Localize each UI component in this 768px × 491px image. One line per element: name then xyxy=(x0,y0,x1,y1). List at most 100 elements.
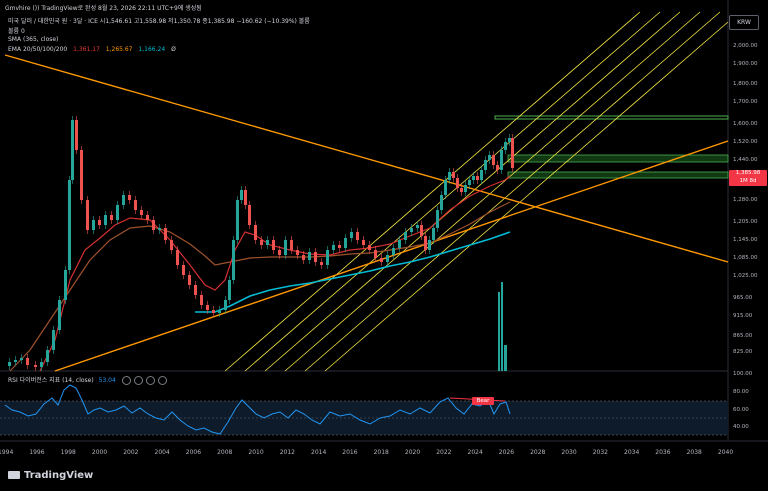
candle xyxy=(356,232,359,240)
candle xyxy=(398,240,401,248)
candle xyxy=(386,255,389,262)
candle xyxy=(444,180,447,195)
candle xyxy=(504,142,507,150)
candle xyxy=(456,178,459,188)
candle xyxy=(158,228,161,230)
time-axis-label: 2038 xyxy=(686,449,702,456)
rsi-axis-label: 80.00 xyxy=(733,389,749,395)
time-axis-label: 2024 xyxy=(467,449,483,456)
time-axis-label: 2030 xyxy=(561,449,577,456)
rsi-legend-value: 53.04 xyxy=(98,377,116,384)
candle xyxy=(452,172,455,178)
candle xyxy=(232,240,235,280)
current-price-label: 1,385.98 1M 8d xyxy=(729,170,767,186)
time-axis-label: 2040 xyxy=(717,449,734,456)
settings-icon[interactable] xyxy=(133,376,143,385)
symbol-legend: 미국 달러 / 대한민국 원 · 3달 · ICE 시1,546.61 고1,5… xyxy=(8,18,310,25)
candle xyxy=(404,232,407,240)
candle xyxy=(116,205,119,220)
visibility-icon[interactable] xyxy=(121,376,131,385)
rsi-legend: RSI 다이버전스 지표 (14, close) 53.04 xyxy=(8,375,170,385)
time-axis-label: 2000 xyxy=(91,449,108,456)
candle xyxy=(248,205,251,225)
candle xyxy=(296,250,299,255)
resistance-zone[interactable] xyxy=(494,115,729,120)
candle xyxy=(152,220,155,230)
time-axis-label: 2004 xyxy=(154,449,170,456)
candle xyxy=(420,225,423,236)
volume-bar xyxy=(504,345,507,371)
volume-bar xyxy=(501,282,503,371)
delete-icon[interactable] xyxy=(145,376,155,385)
candle xyxy=(128,195,131,200)
candle xyxy=(260,240,263,245)
candle xyxy=(332,245,335,250)
current-price-value: 1,385.98 xyxy=(735,170,761,176)
candle xyxy=(110,215,113,220)
candle xyxy=(182,265,185,275)
time-axis-label: 2012 xyxy=(279,449,295,456)
candle xyxy=(40,362,43,367)
ema-short-line xyxy=(39,175,511,372)
candle xyxy=(488,155,491,160)
candle xyxy=(492,155,495,165)
more-icon[interactable] xyxy=(157,376,167,385)
candle xyxy=(240,190,243,200)
candle xyxy=(122,195,125,205)
candle xyxy=(428,240,431,250)
candle xyxy=(278,250,281,255)
candle xyxy=(14,360,17,362)
candle xyxy=(224,300,227,310)
candle xyxy=(448,172,451,180)
candle xyxy=(472,176,475,180)
price-axis-label: 1,440.00 xyxy=(733,157,758,163)
candle xyxy=(254,225,257,240)
price-axis-label: 1,025.00 xyxy=(733,273,758,279)
candle xyxy=(338,245,341,248)
currency-button[interactable]: KRW xyxy=(729,15,759,30)
candle xyxy=(34,365,37,367)
time-axis-label: 1996 xyxy=(29,449,45,456)
candle xyxy=(320,262,323,265)
tradingview-logo[interactable]: TradingView xyxy=(8,470,93,482)
bear-divergence-label: Bear xyxy=(472,397,494,405)
candle xyxy=(380,258,383,262)
price-axis-label: 915.00 xyxy=(733,313,753,319)
price-axis-label: 2,000.00 xyxy=(733,43,758,49)
candle xyxy=(468,180,471,185)
time-axis-label: 2016 xyxy=(342,449,358,456)
candle xyxy=(314,252,317,262)
candle xyxy=(480,170,483,180)
candle xyxy=(308,252,311,260)
volume-legend: 볼륨 0 xyxy=(8,28,25,35)
candle xyxy=(374,250,377,258)
candle xyxy=(170,240,173,250)
time-axis-label: 2014 xyxy=(311,449,327,456)
price-candles[interactable] xyxy=(8,116,514,371)
candle xyxy=(140,210,143,215)
candle xyxy=(26,358,29,365)
time-axis-label: 2020 xyxy=(404,449,421,456)
candle xyxy=(500,150,503,170)
candle xyxy=(206,305,209,310)
candle xyxy=(290,240,293,250)
demand-zone[interactable] xyxy=(507,171,729,179)
candle xyxy=(146,215,149,220)
candle xyxy=(432,228,435,240)
candle xyxy=(176,250,179,265)
chart-canvas[interactable] xyxy=(0,0,768,491)
ema-100-value: 1,166.24 xyxy=(138,46,166,53)
time-axis-label: 2022 xyxy=(436,449,452,456)
time-axis-label: 2036 xyxy=(655,449,671,456)
price-axis-label: 1,700.00 xyxy=(733,99,758,105)
candle xyxy=(272,240,275,250)
price-axis-label: 1,145.00 xyxy=(733,237,758,243)
regression-channel[interactable] xyxy=(224,11,729,372)
ascending-trendline[interactable] xyxy=(54,140,729,372)
ema-200-value: Ø xyxy=(171,46,176,53)
sma-legend: SMA (365, close) xyxy=(8,36,59,43)
supply-zone[interactable] xyxy=(507,154,729,163)
price-axis-label: 1,085.00 xyxy=(733,255,758,261)
rsi-axis-label: 100.00 xyxy=(733,371,753,377)
candle xyxy=(511,138,514,168)
